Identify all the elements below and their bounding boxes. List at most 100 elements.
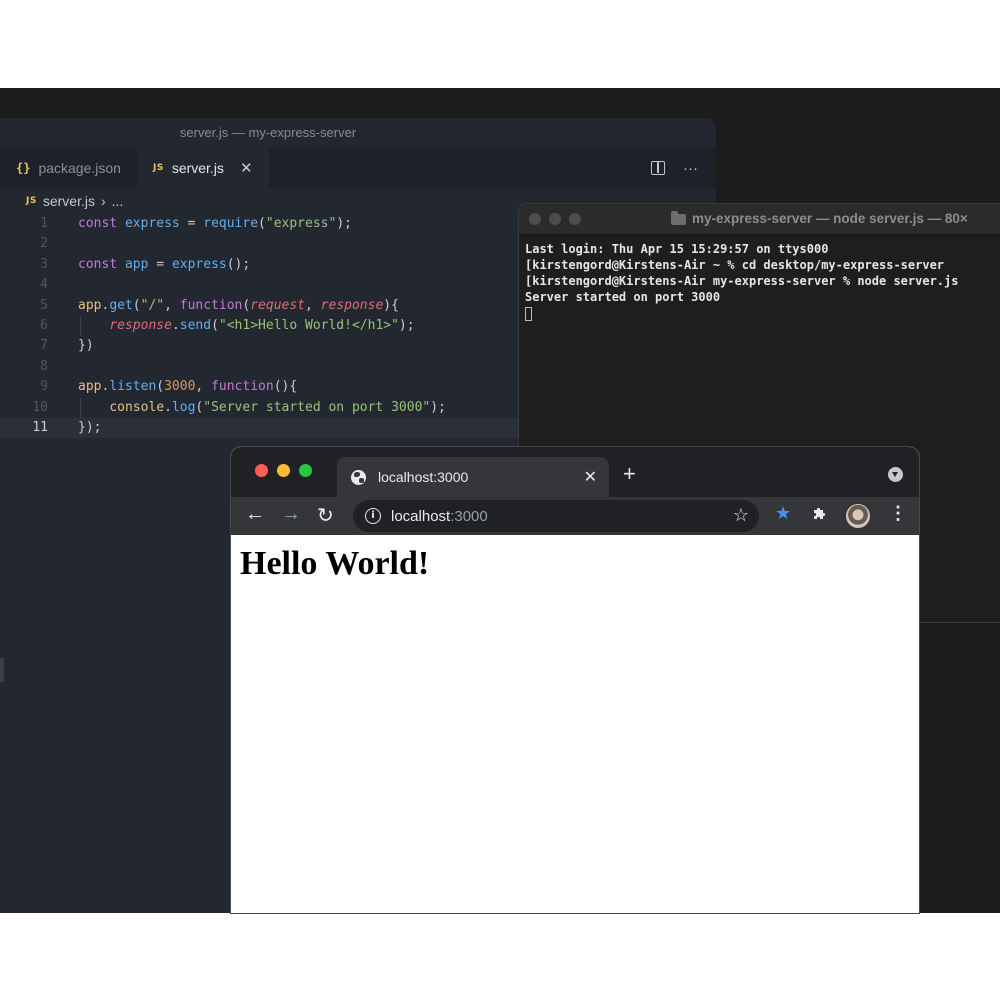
- terminal-cursor: [525, 306, 532, 321]
- code-token: ){: [383, 297, 399, 313]
- code-token: ,: [195, 379, 212, 395]
- code-token: (: [132, 297, 141, 313]
- code-token: =: [179, 216, 204, 231]
- tab-label: package.json: [38, 160, 121, 176]
- code-token: ,: [164, 297, 180, 313]
- zoom-window-button[interactable]: [299, 464, 312, 477]
- tab-server-js[interactable]: JS server.js ✕: [136, 148, 269, 188]
- code-token: (){: [273, 379, 298, 395]
- folder-icon: [671, 210, 686, 225]
- browser-tab-bar: localhost:3000 ✕ +: [231, 447, 919, 497]
- code-token: app: [78, 379, 102, 395]
- breadcrumb-rest[interactable]: ...: [112, 188, 124, 214]
- avatar[interactable]: [846, 504, 870, 528]
- tab-package-json[interactable]: {} package.json: [0, 148, 137, 188]
- extension-puzzle-icon[interactable]: [813, 506, 827, 520]
- line-number: 3: [40, 256, 48, 272]
- more-actions-icon[interactable]: ···: [683, 160, 698, 177]
- forward-arrow-icon[interactable]: →: [281, 503, 301, 526]
- tab-label: server.js: [171, 160, 224, 176]
- page-heading: Hello World!: [240, 545, 430, 582]
- js-file-icon: JS: [152, 163, 164, 173]
- minimize-window-button[interactable]: [277, 464, 290, 477]
- close-icon[interactable]: ✕: [584, 467, 597, 487]
- code-token: log: [171, 399, 196, 415]
- line-number: 9: [40, 379, 48, 395]
- browser-tab[interactable]: localhost:3000 ✕: [337, 457, 609, 497]
- code-token: });: [78, 419, 102, 435]
- editor-actions: ···: [651, 148, 698, 188]
- terminal-line: [kirstengord@Kirstens-Air my-express-ser…: [525, 274, 959, 288]
- indent-guide: [80, 315, 81, 337]
- code-token: "express": [265, 216, 337, 231]
- close-window-button[interactable]: [255, 464, 268, 477]
- code-token: );: [430, 399, 446, 415]
- bookmark-star-icon[interactable]: ☆: [733, 505, 749, 526]
- line-number: 5: [40, 297, 48, 313]
- split-editor-icon[interactable]: [651, 161, 665, 175]
- code-token: "<h1>Hello World!</h1>": [218, 317, 399, 333]
- web-page-content: Hello World!: [231, 535, 919, 913]
- line-number: 7: [40, 338, 48, 354]
- code-token: get: [109, 297, 133, 313]
- kebab-menu-icon[interactable]: ⋮: [889, 503, 907, 524]
- close-window-button[interactable]: [529, 213, 541, 225]
- zoom-window-button[interactable]: [569, 213, 581, 225]
- code-token: const: [78, 216, 125, 231]
- breadcrumb-file[interactable]: server.js: [43, 188, 95, 214]
- line-number: 2: [40, 236, 48, 252]
- extension-star-icon[interactable]: ★: [775, 503, 791, 524]
- browser-toolbar: ← → ↻ i localhost:3000 ☆ ★ ⋮: [231, 497, 919, 535]
- new-tab-icon[interactable]: +: [623, 461, 636, 487]
- line-number: 4: [40, 277, 48, 293]
- code-token: express: [171, 256, 227, 272]
- line-number: 1: [40, 216, 48, 231]
- code-token: function: [179, 297, 243, 313]
- terminal-title-text: my-express-server — node server.js — 80×: [692, 211, 968, 226]
- editor-tab-bar: {} package.json JS server.js ✕ ···: [0, 148, 716, 188]
- address-bar[interactable]: i localhost:3000 ☆: [353, 500, 759, 532]
- url-host: localhost: [391, 507, 451, 525]
- line-number: 8: [40, 358, 48, 374]
- code-token: (: [258, 216, 266, 231]
- line-number: 10: [32, 399, 48, 415]
- line-number: 11: [32, 419, 48, 435]
- reload-icon[interactable]: ↻: [317, 503, 334, 528]
- indent-guide: [80, 397, 81, 418]
- code-token: (: [156, 379, 165, 395]
- code-token: );: [398, 317, 415, 333]
- terminal-line: Last login: Thu Apr 15 15:29:57 on ttys0…: [525, 242, 829, 256]
- browser-tab-title: localhost:3000: [378, 469, 469, 485]
- code-token: express: [124, 216, 180, 231]
- terminal-title-bar: my-express-server — node server.js — 80×: [519, 204, 1000, 235]
- terminal-prompt: [525, 305, 1000, 321]
- code-token: response: [109, 317, 172, 333]
- code-token: =: [148, 256, 172, 272]
- terminal-line: Server started on port 3000: [525, 290, 721, 304]
- code-token: ,: [305, 297, 321, 313]
- code-token: const: [78, 256, 125, 272]
- site-info-icon[interactable]: i: [365, 508, 381, 524]
- close-icon[interactable]: ✕: [240, 159, 253, 177]
- code-token: app: [124, 256, 149, 272]
- code-token: require: [203, 216, 259, 231]
- code-token: send: [179, 317, 212, 333]
- globe-icon: [351, 469, 366, 485]
- tab-search-icon[interactable]: [888, 467, 903, 482]
- terminal-output[interactable]: Last login: Thu Apr 15 15:29:57 on ttys0…: [519, 235, 1000, 327]
- code-token: "Server started on port 3000": [203, 399, 431, 415]
- code-token: (: [211, 317, 219, 333]
- code-token: app: [78, 297, 102, 313]
- minimize-window-button[interactable]: [549, 213, 561, 225]
- browser-window: localhost:3000 ✕ + ← → ↻ i localhost:300…: [231, 447, 919, 913]
- code-token: listen: [109, 379, 157, 395]
- scroll-indicator: [0, 658, 4, 682]
- code-token: function: [211, 379, 274, 395]
- code-token: request: [250, 297, 306, 313]
- json-file-icon: {}: [16, 161, 31, 175]
- code-token: console: [109, 399, 165, 415]
- back-arrow-icon[interactable]: ←: [245, 503, 265, 526]
- code-token: ();: [226, 256, 251, 272]
- code-token: "/": [140, 297, 165, 313]
